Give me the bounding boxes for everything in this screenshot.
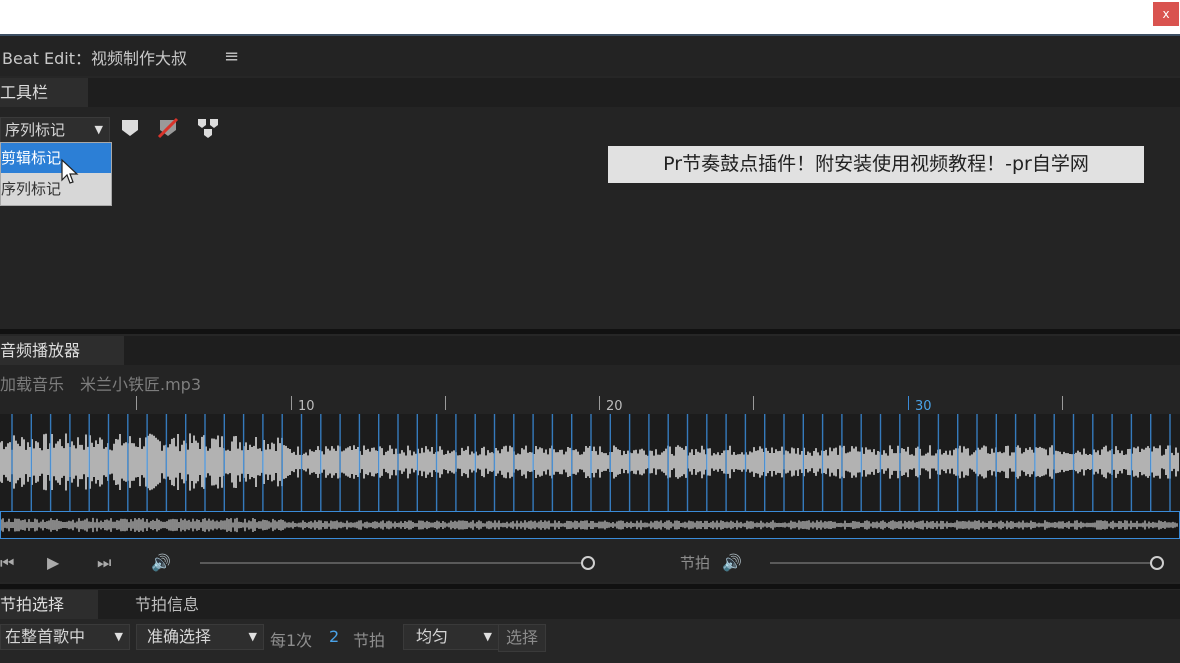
ruler-tick [753, 396, 754, 410]
seek-slider-knob[interactable] [581, 556, 595, 570]
every-value[interactable]: 2 [329, 627, 339, 646]
distribution-value: 均匀 [416, 627, 449, 646]
window-top-bar [0, 0, 1180, 34]
toolbar-tab-strip: 工具栏 [0, 78, 1180, 107]
every-label: 每1次 [270, 631, 313, 650]
waveform-path [0, 433, 1179, 491]
waveform-overview[interactable] [0, 511, 1180, 539]
ruler-tick [291, 396, 292, 410]
beats-label: 节拍 [353, 631, 386, 650]
ruler-tick [136, 396, 137, 410]
chevron-down-icon: ▼ [248, 630, 257, 643]
load-music-link[interactable]: 加载音乐 [0, 371, 64, 395]
option-sequence-marker-label: 序列标记 [1, 180, 62, 198]
ruler-tick [599, 396, 600, 410]
chevron-down-icon: ▼ [483, 630, 492, 643]
audio-tab-strip: 音频播放器 [0, 336, 1180, 365]
beat-volume-icon[interactable]: 🔊 [722, 553, 742, 572]
tab-audio-player[interactable]: 音频播放器 [0, 336, 124, 365]
tab-beat-select-label: 节拍选择 [0, 595, 65, 614]
beat-volume-knob[interactable] [1150, 556, 1164, 570]
mode-value: 准确选择 [147, 627, 212, 646]
marker-type-dropdown[interactable]: 序列标记 ▼ [0, 117, 110, 143]
hamburger-menu-icon[interactable]: ≡ [224, 46, 239, 67]
ruler-tick [445, 396, 446, 410]
waveform [0, 414, 1179, 511]
chevron-down-icon: ▼ [114, 630, 123, 643]
overview-path [0, 517, 1178, 533]
select-button[interactable]: 选择 [498, 624, 546, 652]
caption-banner: Pr节奏鼓点插件！附安装使用视频教程！-pr自学网 [608, 146, 1144, 183]
beat-tab-strip: 节拍选择 节拍信息 [0, 590, 1180, 619]
add-marker-icon[interactable] [118, 116, 142, 140]
remove-marker-icon[interactable] [156, 116, 180, 140]
panel-divider [0, 584, 1180, 589]
marker-type-options: 剪辑标记 序列标记 [0, 142, 112, 206]
chevron-down-icon: ▼ [94, 123, 103, 136]
scope-value: 在整首歌中 [5, 627, 86, 646]
panel-divider [0, 329, 1180, 334]
mouse-cursor-icon [61, 158, 79, 184]
tab-toolbar-label: 工具栏 [0, 83, 49, 102]
panel-title: Beat Edit：视频制作大叔 [2, 49, 187, 68]
option-sequence-marker[interactable]: 序列标记 [1, 174, 111, 204]
ruler-label-10: 10 [298, 399, 315, 414]
file-name: 米兰小铁匠.mp3 [80, 375, 202, 394]
previous-icon[interactable]: ⏮ [0, 553, 14, 573]
marker-type-value: 序列标记 [5, 121, 66, 139]
toolbar-panel [0, 107, 1180, 329]
next-icon[interactable]: ⏭ [97, 553, 111, 573]
play-icon[interactable]: ▶ [47, 553, 59, 572]
close-button[interactable]: x [1153, 2, 1179, 26]
beat-volume-slider[interactable] [770, 562, 1154, 564]
mode-dropdown[interactable]: 准确选择 ▼ [136, 624, 264, 650]
ruler-label-20: 20 [606, 399, 623, 414]
load-music-label: 加载音乐 [0, 375, 65, 394]
seek-slider[interactable] [200, 562, 585, 564]
ruler-tick [1062, 396, 1063, 410]
tab-beat-info[interactable]: 节拍信息 [100, 590, 234, 619]
option-clip-marker[interactable]: 剪辑标记 [1, 143, 111, 173]
ruler-tick [908, 396, 909, 410]
beat-volume-label: 节拍 [680, 554, 711, 572]
tab-beat-select[interactable]: 节拍选择 [0, 590, 98, 619]
tab-toolbar[interactable]: 工具栏 [0, 78, 88, 107]
waveform-overview-graphic [0, 517, 1178, 533]
waveform-view[interactable] [0, 414, 1180, 511]
merge-markers-icon[interactable] [196, 116, 220, 140]
distribution-dropdown[interactable]: 均匀 ▼ [403, 624, 499, 650]
scope-dropdown[interactable]: 在整首歌中 ▼ [0, 624, 130, 650]
volume-icon[interactable]: 🔊 [151, 553, 171, 572]
option-clip-marker-label: 剪辑标记 [1, 149, 62, 167]
ruler-label-30: 30 [915, 399, 932, 414]
tab-audio-player-label: 音频播放器 [0, 341, 81, 360]
tab-beat-info-label: 节拍信息 [134, 595, 199, 614]
